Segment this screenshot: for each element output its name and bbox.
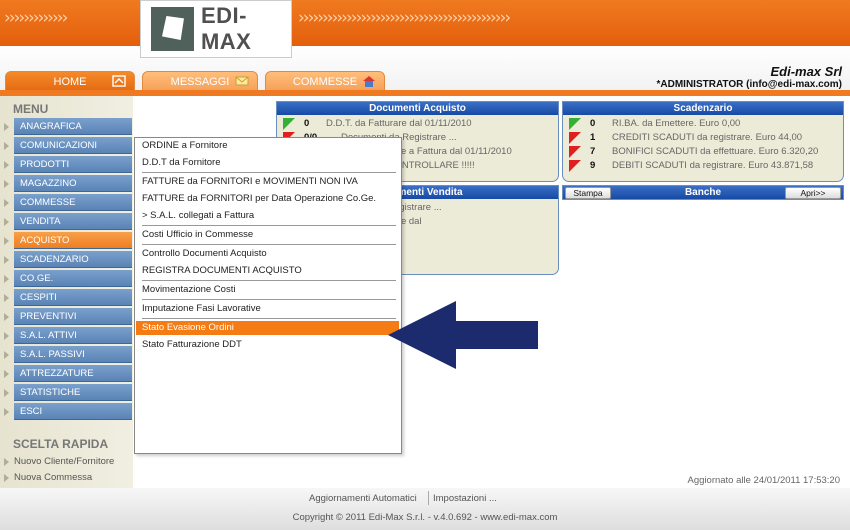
row-label: DEBITI SCADUTI da registrare. Euro 43.87… [612,160,814,171]
menu-item-attrezzature[interactable]: ATTREZZATURE [4,365,132,382]
row-count: 9 [590,160,596,171]
menu-item-vendita[interactable]: VENDITA [4,213,132,230]
menu-item-comunicazioni[interactable]: COMUNICAZIONI [4,137,132,154]
panel-row[interactable]: 9 DEBITI SCADUTI da registrare. Euro 43.8… [563,159,843,173]
submenu-item[interactable]: FATTURE da FORNITORI per Data Operazione… [142,192,376,206]
submenu-separator [142,225,396,226]
menu-item-prodotti[interactable]: PRODOTTI [4,156,132,173]
settings-link[interactable]: Impostazioni ... [433,493,497,504]
quick-new-order-link[interactable]: Nuova Commessa [3,472,92,483]
open-button[interactable]: Apri>> [785,187,841,199]
sidebar: MENU ANAGRAFICA COMUNICAZIONI PRODOTTI M… [0,96,133,488]
quick-new-customer-link[interactable]: Nuovo Cliente/Fornitore [3,456,114,467]
panel-row[interactable]: 0 RI.BA. da Emettere. Euro 0,00 [563,117,843,131]
row-count: 0 [304,118,310,129]
menu-list: ANAGRAFICA COMUNICAZIONI PRODOTTI MAGAZZ… [0,118,133,422]
tab-home[interactable]: HOME [5,71,135,91]
red-flag-icon [569,132,581,144]
submenu-separator [142,280,396,281]
chevron-pattern-left: ››››››››››››› [4,8,68,28]
submenu-item[interactable]: Movimentazione Costi [142,283,235,297]
submenu-separator [142,244,396,245]
home-window-icon [112,75,126,87]
menu-item-coge[interactable]: CO.GE. [4,270,132,287]
menu-item-statistiche[interactable]: STATISTICHE [4,384,132,401]
logo: EDI-MAX [140,0,292,58]
tab-label: MESSAGGI [170,75,230,88]
copyright: Copyright © 2011 Edi-Max S.r.l. - v.4.0.… [292,512,558,523]
tab-commesse[interactable]: COMMESSE [265,71,385,91]
envelope-icon [235,76,249,86]
auto-updates-link[interactable]: Aggiornamenti Automatici [309,493,417,504]
submenu-item[interactable]: Controllo Documenti Acquisto [142,247,267,261]
pointer-arrow-icon [388,301,538,369]
menu-item-anagrafica[interactable]: ANAGRAFICA [4,118,132,135]
panel-title: Documenti Acquisto [277,102,558,115]
menu-item-preventivi[interactable]: PREVENTIVI [4,308,132,325]
panel-row[interactable]: 0 D.D.T. da Fatturare dal 01/11/2010 [277,117,558,131]
row-label: D.D.T. da Fatturare dal 01/11/2010 [326,118,472,129]
row-label: CREDITI SCADUTI da registrare. Euro 44,0… [612,132,803,143]
submenu-separator [142,299,396,300]
row-count: 0 [590,118,596,129]
menu-item-acquisto[interactable]: ACQUISTO [4,232,132,249]
print-button[interactable]: Stampa [565,187,611,199]
submenu-item[interactable]: ORDINE a Fornitore [142,139,228,153]
green-flag-icon [569,118,581,130]
user-label: *ADMINISTRATOR (info@edi-max.com) [656,79,843,90]
submenu-item[interactable]: Stato Fatturazione DDT [142,338,242,352]
acquisto-submenu: ORDINE a Fornitore D.D.T da Fornitore FA… [134,137,402,454]
submenu-item-highlighted[interactable]: Stato Evasione Ordini [136,321,399,335]
row-label: BONIFICI SCADUTI da effettuare. Euro 6.3… [612,146,819,157]
banks-bar: Stampa Banche Apri>> [562,185,844,200]
quick-title: SCELTA RAPIDA [13,437,109,451]
panel-title: Scadenzario [563,102,843,115]
row-count: 7 [590,146,596,157]
submenu-item[interactable]: Costi Ufficio in Commesse [142,228,253,242]
menu-item-sal-passivi[interactable]: S.A.L. PASSIVI [4,346,132,363]
menu-item-esci[interactable]: ESCI [4,403,132,420]
red-flag-icon [569,160,581,172]
footer-separator [428,491,429,505]
chevron-pattern-right: ››››››››››››››››››››››››››››››››››››››››… [298,8,511,28]
banks-title: Banche [684,187,722,198]
green-flag-icon [283,118,295,130]
panel-row[interactable]: 1 CREDITI SCADUTI da registrare. Euro 44,… [563,131,843,145]
top-banner: ››››››››››››› ››››››››››››››››››››››››››… [0,0,850,46]
submenu-item[interactable]: FATTURE da FORNITORI e MOVIMENTI NON IVA [142,175,358,189]
submenu-separator [142,318,396,319]
last-updated: Aggiornato alle 24/01/2011 17:53:20 [687,475,840,486]
tab-label: COMMESSE [292,75,358,88]
tab-messaggi[interactable]: MESSAGGI [142,71,258,91]
menu-item-cespiti[interactable]: CESPITI [4,289,132,306]
row-label: RI.BA. da Emettere. Euro 0,00 [612,118,741,129]
submenu-item[interactable]: D.D.T da Fornitore [142,156,221,170]
logo-mark-icon [151,7,194,51]
footer: Aggiornamenti Automatici Impostazioni ..… [0,488,850,530]
menu-title: MENU [13,102,49,116]
due-dates-panel: Scadenzario 0 RI.BA. da Emettere. Euro 0,… [562,101,844,182]
menu-item-magazzino[interactable]: MAGAZZINO [4,175,132,192]
tab-label: HOME [53,75,87,88]
red-flag-icon [569,146,581,158]
menu-item-scadenzario[interactable]: SCADENZARIO [4,251,132,268]
menu-item-commesse[interactable]: COMMESSE [4,194,132,211]
submenu-item[interactable]: > S.A.L. collegati a Fattura [142,209,254,223]
menu-item-sal-attivi[interactable]: S.A.L. ATTIVI [4,327,132,344]
panel-row[interactable]: 7 BONIFICI SCADUTI da effettuare. Euro 6.… [563,145,843,159]
house-icon [363,76,375,87]
submenu-item[interactable]: REGISTRA DOCUMENTI ACQUISTO [142,264,302,278]
main-area: MENU ANAGRAFICA COMUNICAZIONI PRODOTTI M… [0,96,850,488]
company-name: Edi-max Srl [770,64,842,79]
logo-text: EDI-MAX [200,3,252,54]
submenu-separator [142,172,396,173]
row-count: 1 [590,132,596,143]
submenu-item[interactable]: Imputazione Fasi Lavorative [142,302,261,316]
